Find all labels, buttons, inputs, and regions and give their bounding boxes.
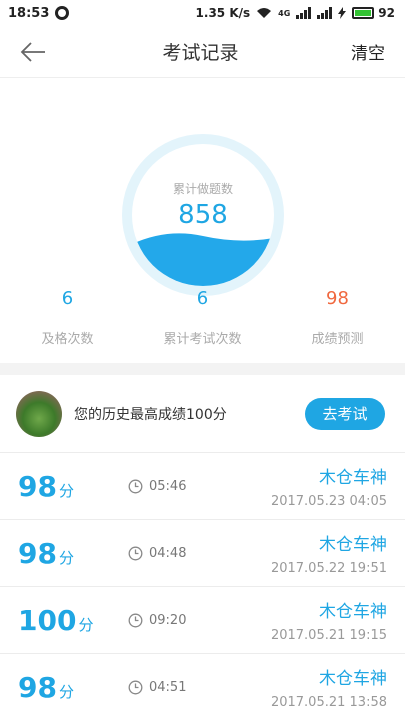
record-duration: 04:51 <box>128 680 186 695</box>
record-row[interactable]: 98 分 04:48 木仓车神 2017.05.22 19:51 <box>0 520 405 587</box>
clock-icon <box>128 479 143 493</box>
signal-icon-2 <box>317 7 333 19</box>
duration-text: 05:46 <box>149 478 187 494</box>
stat-pass-count: 6 及格次数 <box>0 288 135 347</box>
status-bar: 18:53 1.35 K/s 4G 92 <box>0 0 405 26</box>
stat-score-prediction: 98 成绩预测 <box>270 288 405 347</box>
best-score-row: 您的历史最高成绩100分 去考试 <box>0 375 405 453</box>
record-score: 100 分 <box>18 604 128 637</box>
record-date: 2017.05.23 04:05 <box>270 494 387 509</box>
battery-icon <box>352 7 375 19</box>
record-duration: 05:46 <box>128 479 186 494</box>
network-type: 4G <box>278 8 291 18</box>
stat-value: 6 <box>61 288 74 309</box>
page-title: 考试记录 <box>162 42 239 64</box>
record-score: 98 分 <box>18 470 128 503</box>
clear-button[interactable]: 清空 <box>351 39 385 64</box>
record-score: 98 分 <box>18 537 128 570</box>
record-meta: 木仓车神 2017.05.23 04:05 <box>271 463 387 509</box>
avatar <box>16 390 62 437</box>
record-user: 木仓车神 <box>319 669 387 689</box>
score-unit: 分 <box>58 682 74 701</box>
charging-icon <box>338 7 347 19</box>
battery-indicator: 92 <box>352 6 395 20</box>
clock-icon <box>128 546 143 560</box>
wifi-icon <box>257 8 272 18</box>
record-user: 木仓车神 <box>319 535 387 555</box>
stat-row: 6 及格次数 6 累计考试次数 98 成绩预测 <box>0 288 405 347</box>
score-unit: 分 <box>58 548 74 567</box>
record-row[interactable]: 98 分 04:51 木仓车神 2017.05.21 13:58 <box>0 654 405 720</box>
gauge-inner: 累计做题数 858 <box>132 144 274 286</box>
stats-panel: 累计做题数 858 6 及格次数 6 累计考试次数 98 成绩预测 <box>0 78 405 363</box>
record-date: 2017.05.21 13:58 <box>270 695 387 710</box>
clock-icon <box>128 680 143 694</box>
net-speed: 1.35 K/s <box>195 6 251 20</box>
record-row[interactable]: 98 分 05:46 木仓车神 2017.05.23 04:05 <box>0 453 405 520</box>
score-value: 98 <box>18 670 57 704</box>
go-exam-button[interactable]: 去考试 <box>305 397 385 430</box>
record-duration: 09:20 <box>128 613 186 628</box>
status-right: 1.35 K/s 4G 92 <box>196 6 395 20</box>
status-time: 18:53 <box>8 5 50 21</box>
gauge-label: 累计做题数 <box>172 182 233 196</box>
record-date: 2017.05.21 19:15 <box>270 628 387 643</box>
stat-value: 6 <box>196 288 209 309</box>
notification-icon <box>55 6 70 20</box>
score-value: 98 <box>18 536 57 570</box>
navigation-bar: 考试记录 清空 <box>0 26 405 78</box>
records-list: 98 分 05:46 木仓车神 2017.05.23 04:05 98 分 04… <box>0 453 405 720</box>
score-value: 98 <box>18 469 57 503</box>
record-row[interactable]: 100 分 09:20 木仓车神 2017.05.21 19:15 <box>0 587 405 654</box>
record-meta: 木仓车神 2017.05.21 13:58 <box>271 664 387 710</box>
record-user: 木仓车神 <box>319 468 387 488</box>
duration-text: 04:48 <box>149 545 187 561</box>
stat-value: 98 <box>326 288 349 309</box>
battery-level: 92 <box>378 6 395 20</box>
signal-icon <box>296 7 312 19</box>
clock-icon <box>128 613 143 627</box>
gauge-value: 858 <box>178 200 228 230</box>
record-meta: 木仓车神 2017.05.21 19:15 <box>271 597 387 643</box>
record-duration: 04:48 <box>128 546 186 561</box>
back-button[interactable] <box>20 37 50 67</box>
duration-text: 09:20 <box>149 612 187 628</box>
record-score: 98 分 <box>18 671 128 704</box>
score-unit: 分 <box>58 481 74 500</box>
duration-text: 04:51 <box>149 679 187 695</box>
best-score-text: 您的历史最高成绩100分 <box>74 406 227 423</box>
stat-exam-count: 6 累计考试次数 <box>135 288 270 347</box>
record-meta: 木仓车神 2017.05.22 19:51 <box>271 530 387 576</box>
arrow-left-icon <box>20 41 45 62</box>
score-value: 100 <box>18 603 77 637</box>
record-date: 2017.05.22 19:51 <box>270 561 387 576</box>
stat-label: 及格次数 <box>41 332 94 347</box>
status-left: 18:53 <box>8 5 70 21</box>
section-divider <box>0 363 405 375</box>
questions-gauge: 累计做题数 858 <box>122 134 284 296</box>
score-unit: 分 <box>78 615 94 634</box>
record-user: 木仓车神 <box>319 602 387 622</box>
stat-label: 成绩预测 <box>311 332 364 347</box>
stat-label: 累计考试次数 <box>163 332 242 347</box>
